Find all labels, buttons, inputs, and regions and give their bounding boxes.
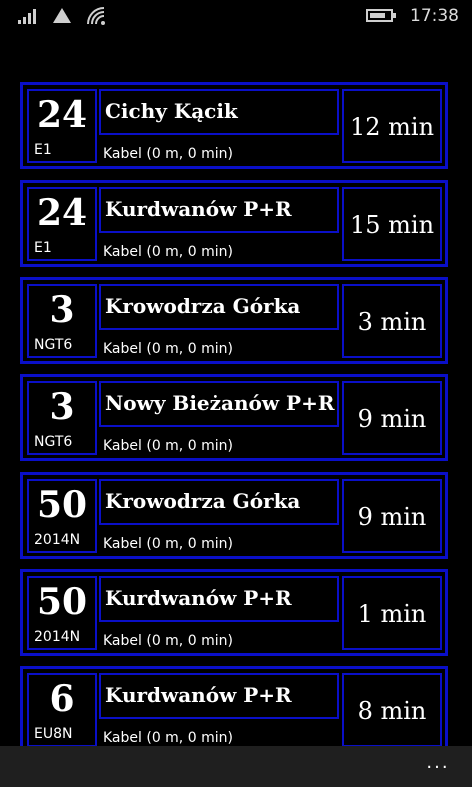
- eta-time: 1 min: [357, 600, 427, 628]
- destination-box: Krowodrza Górka: [99, 284, 339, 330]
- departure-card[interactable]: 6 EU8N Kurdwanów P+R Kabel (0 m, 0 min) …: [20, 666, 448, 746]
- line-number: 6: [49, 678, 75, 720]
- time-box: 9 min: [342, 479, 442, 553]
- line-number: 3: [49, 386, 75, 428]
- line-number: 3: [49, 289, 75, 331]
- destination-box: Kurdwanów P+R: [99, 673, 339, 719]
- time-box: 15 min: [342, 187, 442, 261]
- line-box: 24 E1: [27, 187, 97, 261]
- time-box: 1 min: [342, 576, 442, 650]
- destination-box: Nowy Bieżanów P+R: [99, 381, 339, 427]
- departure-card[interactable]: 24 E1 Cichy Kącik Kabel (0 m, 0 min) 12 …: [20, 82, 448, 169]
- departure-info: Kabel (0 m, 0 min): [103, 244, 233, 260]
- departure-info: Kabel (0 m, 0 min): [103, 146, 233, 162]
- eta-time: 8 min: [357, 697, 427, 725]
- eta-time: 3 min: [357, 308, 427, 336]
- departure-info: Kabel (0 m, 0 min): [103, 730, 233, 746]
- eta-time: 12 min: [349, 113, 435, 141]
- line-box: 50 2014N: [27, 576, 97, 650]
- departure-card[interactable]: 24 E1 Kurdwanów P+R Kabel (0 m, 0 min) 1…: [20, 180, 448, 267]
- destination-name: Krowodrza Górka: [105, 294, 301, 318]
- time-box: 3 min: [342, 284, 442, 358]
- line-number: 24: [36, 192, 88, 234]
- time-box: 8 min: [342, 673, 442, 746]
- destination-name: Kurdwanów P+R: [105, 197, 292, 221]
- vehicle-type: NGT6: [34, 434, 73, 450]
- departure-info: Kabel (0 m, 0 min): [103, 536, 233, 552]
- eta-time: 9 min: [357, 503, 427, 531]
- destination-box: Cichy Kącik: [99, 89, 339, 135]
- line-box: 6 EU8N: [27, 673, 97, 746]
- vehicle-type: E1: [34, 142, 52, 158]
- line-box: 24 E1: [27, 89, 97, 163]
- time-box: 12 min: [342, 89, 442, 163]
- more-options-button[interactable]: ...: [422, 752, 454, 776]
- destination-box: Kurdwanów P+R: [99, 576, 339, 622]
- departure-list[interactable]: 24 E1 Cichy Kącik Kabel (0 m, 0 min) 12 …: [0, 0, 472, 746]
- line-box: 3 NGT6: [27, 284, 97, 358]
- departure-card[interactable]: 3 NGT6 Krowodrza Górka Kabel (0 m, 0 min…: [20, 277, 448, 364]
- departure-info: Kabel (0 m, 0 min): [103, 438, 233, 454]
- line-number: 24: [36, 94, 88, 136]
- destination-box: Kurdwanów P+R: [99, 187, 339, 233]
- departure-info: Kabel (0 m, 0 min): [103, 633, 233, 649]
- departure-card[interactable]: 3 NGT6 Nowy Bieżanów P+R Kabel (0 m, 0 m…: [20, 374, 448, 461]
- destination-name: Cichy Kącik: [105, 99, 238, 123]
- time-box: 9 min: [342, 381, 442, 455]
- vehicle-type: EU8N: [34, 726, 73, 742]
- app-bar: ...: [0, 746, 472, 787]
- destination-box: Krowodrza Górka: [99, 479, 339, 525]
- line-number: 50: [36, 581, 88, 623]
- destination-name: Nowy Bieżanów P+R: [105, 391, 335, 415]
- eta-time: 15 min: [349, 211, 435, 239]
- vehicle-type: 2014N: [34, 629, 81, 645]
- line-number: 50: [36, 484, 88, 526]
- departure-info: Kabel (0 m, 0 min): [103, 341, 233, 357]
- eta-time: 9 min: [357, 405, 427, 433]
- line-box: 50 2014N: [27, 479, 97, 553]
- vehicle-type: E1: [34, 240, 52, 256]
- departure-card[interactable]: 50 2014N Kurdwanów P+R Kabel (0 m, 0 min…: [20, 569, 448, 656]
- destination-name: Kurdwanów P+R: [105, 586, 292, 610]
- vehicle-type: 2014N: [34, 532, 81, 548]
- destination-name: Krowodrza Górka: [105, 489, 301, 513]
- line-box: 3 NGT6: [27, 381, 97, 455]
- vehicle-type: NGT6: [34, 337, 73, 353]
- departure-card[interactable]: 50 2014N Krowodrza Górka Kabel (0 m, 0 m…: [20, 472, 448, 559]
- destination-name: Kurdwanów P+R: [105, 683, 292, 707]
